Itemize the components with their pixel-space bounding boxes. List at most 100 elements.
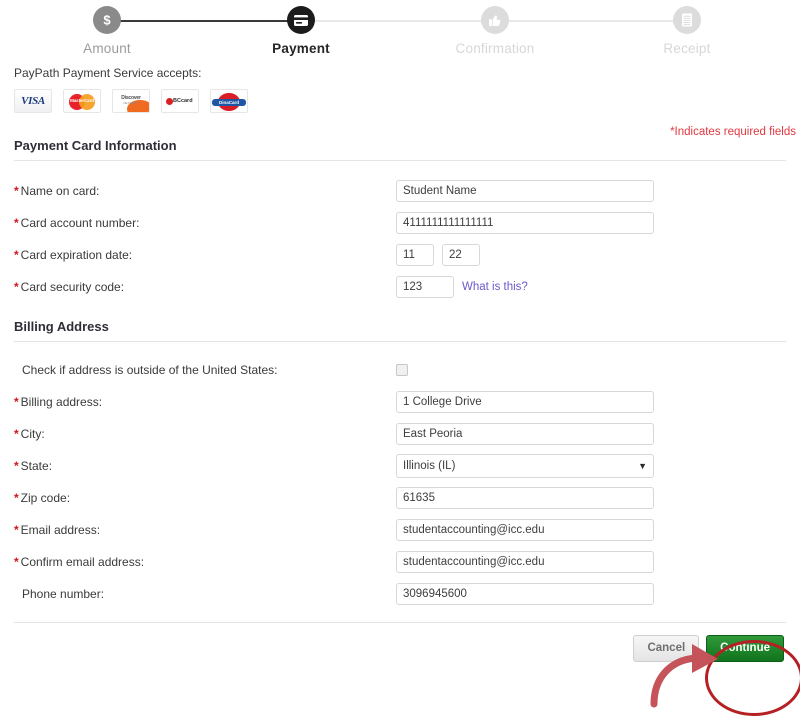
card-account-number-input[interactable] bbox=[396, 212, 654, 234]
accepted-card-logos: VISA MasterCard Discover NETWORK BCcard … bbox=[14, 89, 800, 113]
stepper-connector-3 bbox=[495, 20, 687, 22]
billing-address-label: * Billing address: bbox=[14, 395, 396, 409]
confirm-email-address-label-text: Confirm email address: bbox=[20, 555, 145, 569]
what-is-this-link[interactable]: What is this? bbox=[462, 281, 528, 293]
mastercard-logo-text: MasterCard bbox=[70, 98, 94, 103]
card-security-code-label-text: Card security code: bbox=[20, 280, 125, 294]
accepted-cards-block: PayPath Payment Service accepts: VISA Ma… bbox=[14, 66, 800, 113]
bccard-dot bbox=[166, 98, 173, 105]
field-row-state: * State: Illinois (IL) ▼ bbox=[0, 450, 800, 482]
bccard-logo-text: BCcard bbox=[173, 98, 193, 104]
required-asterisk: * bbox=[14, 280, 19, 294]
required-asterisk: * bbox=[14, 395, 19, 409]
field-row-card-security-code: *Card security code: What is this? bbox=[0, 271, 800, 303]
credit-card-icon bbox=[287, 6, 315, 34]
discover-logo: Discover NETWORK bbox=[112, 89, 150, 113]
receipt-lines-icon bbox=[673, 6, 701, 34]
email-address-label-text: Email address: bbox=[20, 523, 101, 537]
outside-us-label: Check if address is outside of the Unite… bbox=[14, 363, 396, 377]
payment-card-section-title: Payment Card Information bbox=[14, 138, 177, 153]
billing-address-input[interactable] bbox=[396, 391, 654, 413]
city-label: * City: bbox=[14, 427, 396, 441]
card-expiration-month-input[interactable] bbox=[396, 244, 434, 266]
stepper-connector-1 bbox=[107, 20, 301, 22]
card-security-code-label: * Card security code: bbox=[14, 280, 396, 294]
continue-button[interactable]: Continue bbox=[706, 635, 784, 662]
mastercard-logo: MasterCard bbox=[63, 89, 101, 113]
zip-code-label-text: Zip code: bbox=[20, 491, 71, 505]
field-row-card-expiration-date: * Card expiration date: bbox=[0, 239, 800, 271]
name-on-card-label-text: Name on card: bbox=[20, 184, 100, 198]
field-row-email-address: * Email address: bbox=[0, 514, 800, 546]
state-select-wrapper: Illinois (IL) ▼ bbox=[396, 454, 654, 478]
stepper-step-receipt[interactable]: Receipt bbox=[617, 6, 757, 56]
field-row-city: * City: bbox=[0, 418, 800, 450]
card-account-number-label-text: Card account number: bbox=[20, 216, 140, 230]
stepper-step-label: Confirmation bbox=[455, 41, 535, 56]
name-on-card-label: * Name on card: bbox=[14, 184, 396, 198]
stepper-step-label: Receipt bbox=[663, 41, 711, 56]
field-row-zip-code: * Zip code: bbox=[0, 482, 800, 514]
required-asterisk: * bbox=[14, 555, 19, 569]
required-fields-note: *Indicates required fields bbox=[670, 126, 796, 138]
bccard-logo: BCcard bbox=[161, 89, 199, 113]
phone-number-label: Phone number: bbox=[14, 587, 396, 601]
svg-text:$: $ bbox=[103, 13, 111, 28]
confirm-email-address-input[interactable] bbox=[396, 551, 654, 573]
phone-number-label-text: Phone number: bbox=[22, 587, 105, 601]
stepper-step-confirmation[interactable]: Confirmation bbox=[425, 6, 565, 56]
stepper-connector-2 bbox=[301, 20, 495, 22]
progress-stepper: $ Amount Payment Confirmation Receipt bbox=[0, 0, 800, 66]
field-row-billing-address: * Billing address: bbox=[0, 386, 800, 418]
card-security-code-input[interactable] bbox=[396, 276, 454, 298]
dinacard-logo: DinaCard bbox=[210, 89, 248, 113]
thumbs-up-icon bbox=[481, 6, 509, 34]
zip-code-label: * Zip code: bbox=[14, 491, 396, 505]
state-select[interactable]: Illinois (IL) bbox=[396, 454, 654, 478]
accepted-cards-label: PayPath Payment Service accepts: bbox=[14, 66, 202, 80]
visa-logo-text: VISA bbox=[21, 95, 45, 107]
stepper-step-label: Amount bbox=[83, 41, 131, 56]
form-actions: Cancel Continue bbox=[0, 623, 800, 662]
field-row-phone-number: Phone number: bbox=[0, 578, 800, 610]
required-asterisk: * bbox=[14, 427, 19, 441]
email-address-label: * Email address: bbox=[14, 523, 396, 537]
billing-address-section-title: Billing Address bbox=[14, 319, 109, 334]
state-label: * State: bbox=[14, 459, 396, 473]
city-input[interactable] bbox=[396, 423, 654, 445]
field-row-name-on-card: * Name on card: bbox=[0, 175, 800, 207]
dollar-circle-icon: $ bbox=[93, 6, 121, 34]
outside-us-label-text: Check if address is outside of the Unite… bbox=[22, 363, 278, 377]
visa-logo: VISA bbox=[14, 89, 52, 113]
required-asterisk: * bbox=[14, 216, 19, 230]
confirm-email-address-label: * Confirm email address: bbox=[14, 555, 396, 569]
billing-address-label-text: Billing address: bbox=[20, 395, 103, 409]
required-asterisk: * bbox=[14, 523, 19, 537]
city-label-text: City: bbox=[20, 427, 45, 441]
stepper-step-payment[interactable]: Payment bbox=[231, 6, 371, 56]
name-on-card-input[interactable] bbox=[396, 180, 654, 202]
dinacard-logo-text: DinaCard bbox=[218, 100, 239, 105]
card-expiration-year-input[interactable] bbox=[442, 244, 480, 266]
discover-logo-subtext: NETWORK bbox=[123, 101, 139, 105]
card-account-number-label: * Card account number: bbox=[14, 216, 396, 230]
field-row-outside-us: Check if address is outside of the Unite… bbox=[0, 354, 800, 386]
field-row-confirm-email-address: * Confirm email address: bbox=[0, 546, 800, 578]
required-asterisk: * bbox=[14, 491, 19, 505]
email-address-input[interactable] bbox=[396, 519, 654, 541]
stepper-step-amount[interactable]: $ Amount bbox=[37, 6, 177, 56]
state-label-text: State: bbox=[20, 459, 53, 473]
stepper-step-label: Payment bbox=[272, 41, 330, 56]
section-divider bbox=[14, 341, 786, 342]
outside-us-checkbox[interactable] bbox=[396, 364, 408, 376]
field-row-card-account-number: * Card account number: bbox=[0, 207, 800, 239]
required-asterisk: * bbox=[14, 184, 19, 198]
required-asterisk: * bbox=[14, 459, 19, 473]
zip-code-input[interactable] bbox=[396, 487, 654, 509]
section-divider bbox=[14, 160, 786, 161]
card-expiration-date-label-text: Card expiration date: bbox=[20, 248, 133, 262]
cancel-button[interactable]: Cancel bbox=[633, 635, 700, 662]
card-expiration-date-label: * Card expiration date: bbox=[14, 248, 396, 262]
phone-number-input[interactable] bbox=[396, 583, 654, 605]
required-asterisk: * bbox=[14, 248, 19, 262]
